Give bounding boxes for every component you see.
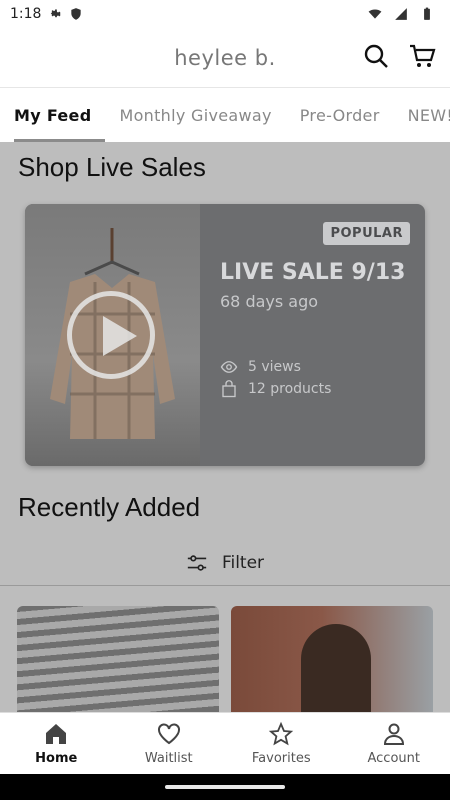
bottom-navigation: Home Waitlist Favorites Account — [0, 712, 450, 774]
tab-new[interactable]: NEW! — [394, 88, 450, 142]
wifi-icon — [368, 9, 382, 19]
feed-content: Shop Live Sales POPULAR LIVE SALE 9/13 6… — [0, 142, 450, 712]
status-bar: 1:18 — [0, 0, 450, 28]
feed-tabs: My Feed Monthly Giveaway Pre-Order NEW! — [0, 88, 450, 142]
filter-button[interactable]: Filter — [0, 540, 450, 586]
gesture-navigation-bar — [0, 774, 450, 800]
popular-badge: POPULAR — [323, 222, 410, 245]
shield-icon — [71, 8, 82, 20]
tab-my-feed[interactable]: My Feed — [0, 88, 106, 142]
nav-waitlist-label: Waitlist — [144, 751, 193, 766]
product-card[interactable] — [17, 606, 219, 712]
views-row: 5 views — [220, 358, 301, 376]
eye-icon — [220, 361, 238, 373]
star-icon — [269, 721, 294, 746]
nav-account[interactable]: Account — [338, 713, 450, 774]
tab-monthly-giveaway[interactable]: Monthly Giveaway — [105, 88, 285, 142]
nav-home[interactable]: Home — [0, 713, 113, 774]
status-time: 1:18 — [10, 6, 42, 22]
nav-home-label: Home — [35, 751, 78, 766]
views-count: 5 views — [248, 359, 301, 375]
home-icon — [46, 724, 67, 744]
products-row: 12 products — [220, 380, 331, 398]
recently-added-title: Recently Added — [18, 492, 201, 522]
battery-icon — [424, 7, 430, 20]
app-header: heylee b. — [0, 28, 450, 88]
cart-icon[interactable] — [408, 42, 436, 70]
live-sale-title: LIVE SALE 9/13 — [220, 260, 406, 285]
filter-label: Filter — [221, 552, 265, 573]
live-sale-thumbnail — [25, 204, 200, 466]
home-gesture-handle[interactable] — [165, 785, 285, 789]
live-sales-title: Shop Live Sales — [18, 152, 206, 182]
heart-icon — [157, 723, 180, 745]
settings-gear-icon — [51, 9, 62, 18]
nav-favorites-label: Favorites — [251, 751, 311, 766]
nav-favorites[interactable]: Favorites — [225, 713, 338, 774]
person-icon — [383, 723, 404, 745]
products-count: 12 products — [248, 381, 332, 397]
nav-waitlist[interactable]: Waitlist — [113, 713, 226, 774]
live-sale-age: 68 days ago — [220, 292, 319, 311]
filter-sliders-icon — [187, 554, 207, 571]
tab-pre-order[interactable]: Pre-Order — [286, 88, 394, 142]
live-sale-info: POPULAR LIVE SALE 9/13 68 days ago 5 vie… — [200, 204, 425, 466]
shopping-bag-icon — [222, 380, 236, 398]
signal-icon — [395, 8, 407, 20]
play-video-button[interactable] — [67, 291, 155, 379]
brand-logo[interactable]: heylee b. — [174, 46, 276, 70]
live-sale-card[interactable]: POPULAR LIVE SALE 9/13 68 days ago 5 vie… — [25, 204, 425, 466]
search-icon[interactable] — [362, 42, 390, 70]
model-photo — [301, 624, 371, 712]
nav-account-label: Account — [367, 751, 421, 766]
product-card[interactable] — [231, 606, 433, 712]
